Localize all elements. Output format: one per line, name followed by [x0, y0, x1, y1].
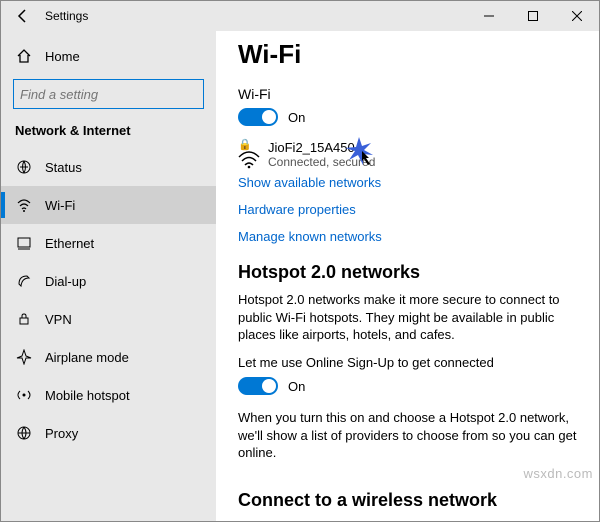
hotspot-description: Hotspot 2.0 networks make it more secure… [238, 291, 577, 344]
nav-airplane[interactable]: Airplane mode [1, 338, 216, 376]
nav-ethernet[interactable]: Ethernet [1, 224, 216, 262]
wifi-icon [15, 196, 33, 214]
wifi-toggle[interactable] [238, 108, 278, 126]
back-arrow-icon [16, 9, 30, 23]
minimize-icon [484, 11, 494, 21]
hotspot-toggle-state: On [288, 379, 305, 394]
nav-hotspot[interactable]: Mobile hotspot [1, 376, 216, 414]
ethernet-icon [15, 234, 33, 252]
connect-heading: Connect to a wireless network [238, 490, 577, 511]
section-header: Network & Internet [1, 123, 216, 148]
airplane-icon [15, 348, 33, 366]
close-icon [572, 11, 582, 21]
back-button[interactable] [1, 9, 45, 23]
sidebar: Home Network & Internet Status Wi-Fi Eth… [1, 31, 216, 521]
wifi-toggle-row: On [238, 108, 577, 126]
close-button[interactable] [555, 1, 599, 31]
hotspot-toggle[interactable] [238, 377, 278, 395]
settings-window: Settings Home Network & Internet [0, 0, 600, 522]
search-input[interactable] [20, 87, 198, 102]
minimize-button[interactable] [467, 1, 511, 31]
manage-known-link[interactable]: Manage known networks [238, 229, 577, 244]
nav-label: Dial-up [45, 274, 86, 289]
search-box[interactable] [13, 79, 204, 109]
nav-dialup[interactable]: Dial-up [1, 262, 216, 300]
hotspot-toggle-row: On [238, 377, 577, 395]
current-network[interactable]: 🔒 JioFi2_15A450 Connected, secured [238, 140, 577, 169]
proxy-icon [15, 424, 33, 442]
page-title: Wi-Fi [238, 39, 577, 70]
show-available-link[interactable]: Show available networks [238, 175, 577, 190]
maximize-icon [528, 11, 538, 21]
nav-label: Proxy [45, 426, 78, 441]
home-label: Home [45, 49, 80, 64]
nav-wifi[interactable]: Wi-Fi [1, 186, 216, 224]
wifi-toggle-state: On [288, 110, 305, 125]
nav-label: Ethernet [45, 236, 94, 251]
hardware-properties-link[interactable]: Hardware properties [238, 202, 577, 217]
main-content: Wi-Fi Wi-Fi On 🔒 JioFi2_15A450 Connected… [216, 31, 599, 521]
nav-label: VPN [45, 312, 72, 327]
wifi-section-label: Wi-Fi [238, 86, 577, 102]
nav-status[interactable]: Status [1, 148, 216, 186]
home-button[interactable]: Home [1, 41, 216, 71]
vpn-icon [15, 310, 33, 328]
titlebar: Settings [1, 1, 599, 31]
nav-vpn[interactable]: VPN [1, 300, 216, 338]
dialup-icon [15, 272, 33, 290]
window-title: Settings [45, 9, 467, 23]
connect-hint: If you don't see the wireless network yo… [238, 519, 577, 521]
hotspot-heading: Hotspot 2.0 networks [238, 262, 577, 283]
network-status: Connected, secured [268, 155, 375, 169]
wifi-signal-icon [238, 151, 260, 169]
hotspot-signup-label: Let me use Online Sign-Up to get connect… [238, 354, 577, 372]
maximize-button[interactable] [511, 1, 555, 31]
home-icon [15, 47, 33, 65]
hotspot-icon [15, 386, 33, 404]
nav-label: Status [45, 160, 82, 175]
network-name: JioFi2_15A450 [268, 140, 375, 155]
status-icon [15, 158, 33, 176]
lock-icon: 🔒 [238, 140, 252, 151]
nav-label: Mobile hotspot [45, 388, 130, 403]
nav-label: Wi-Fi [45, 198, 75, 213]
nav-label: Airplane mode [45, 350, 129, 365]
hotspot-description-2: When you turn this on and choose a Hotsp… [238, 409, 577, 462]
nav-proxy[interactable]: Proxy [1, 414, 216, 452]
